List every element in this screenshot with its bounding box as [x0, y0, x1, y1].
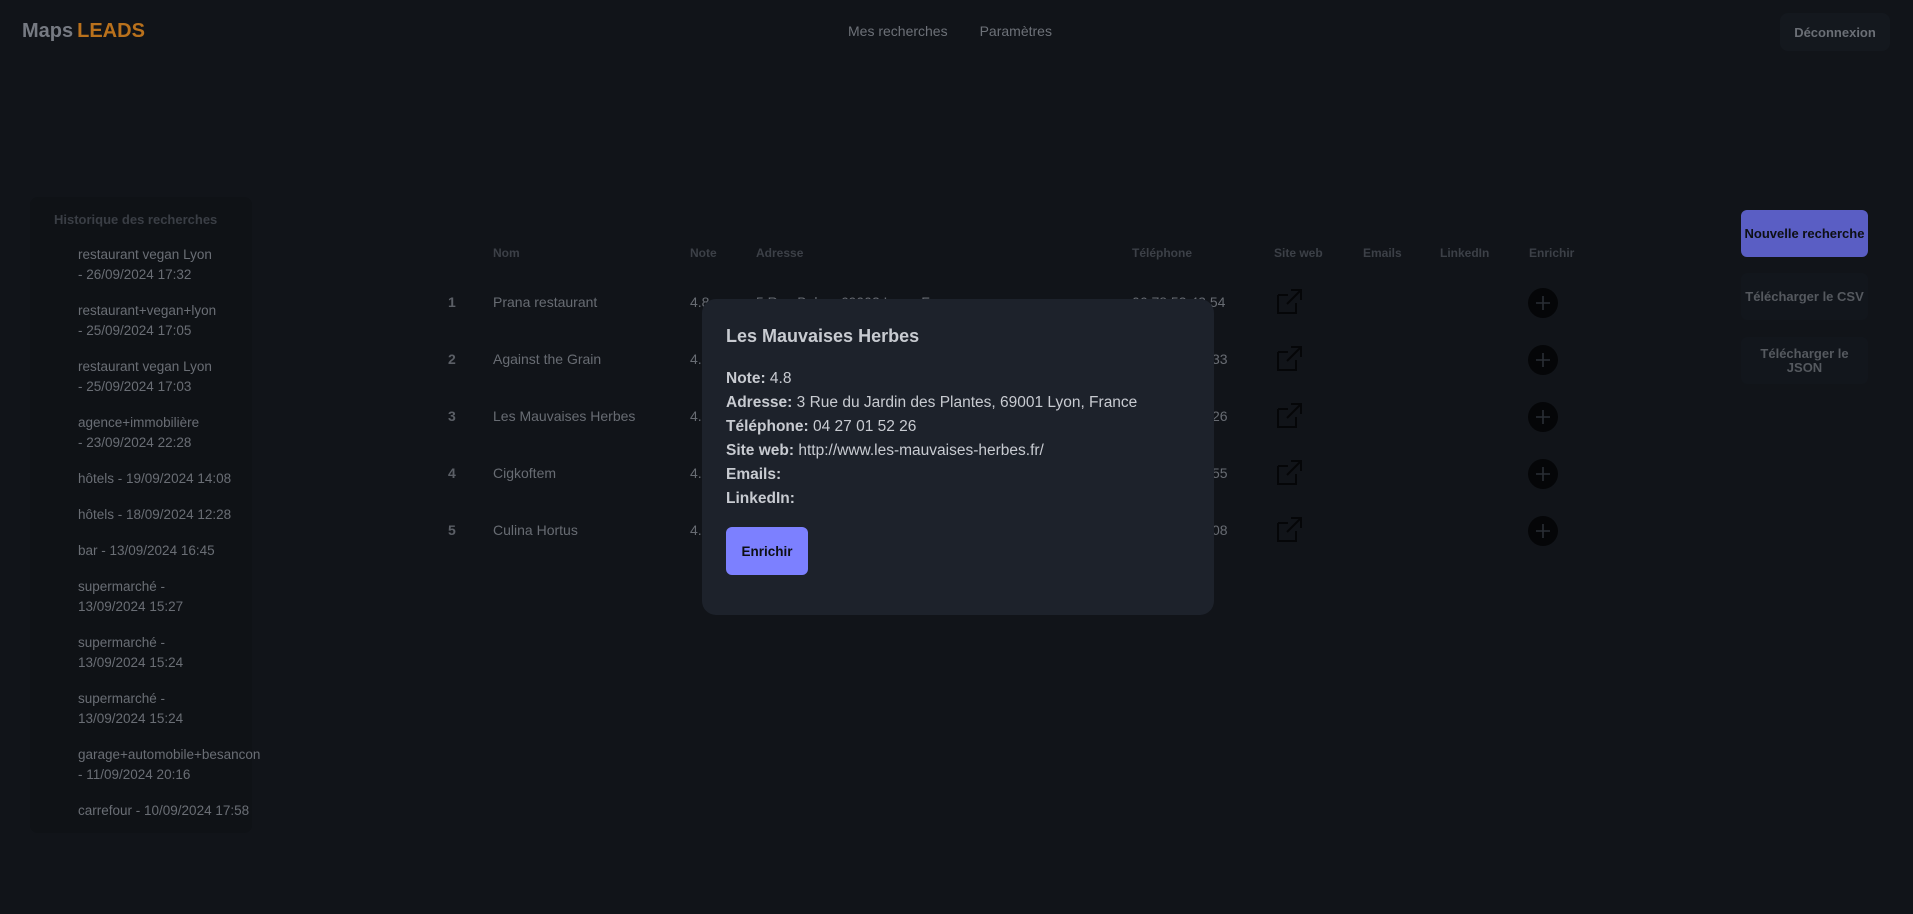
row-number: 4: [448, 465, 456, 481]
modal-details: Note: 4.8 Adresse: 3 Rue du Jardin des P…: [726, 367, 1137, 511]
row-name: Culina Hortus: [493, 522, 578, 538]
address-label: Adresse:: [726, 394, 793, 411]
col-header-website: Site web: [1274, 246, 1323, 260]
detail-website: Site web: http://www.les-mauvaises-herbe…: [726, 439, 1137, 463]
modal-title: Les Mauvaises Herbes: [726, 326, 920, 346]
row-number: 1: [448, 294, 456, 310]
plus-circle-icon[interactable]: [1528, 288, 1558, 318]
app-logo[interactable]: Maps LEADS: [22, 20, 145, 43]
row-name: Against the Grain: [493, 351, 602, 367]
page-scrollbar[interactable]: [1898, 0, 1913, 914]
detail-phone: Téléphone: 04 27 01 52 26: [726, 415, 1137, 439]
col-header-note: Note: [690, 246, 717, 260]
linkedin-label: LinkedIn:: [726, 490, 795, 507]
nav-my-searches[interactable]: Mes recherches: [848, 23, 948, 39]
history-item[interactable]: supermarché - 13/09/2024 15:24: [78, 689, 278, 729]
row-number: 2: [448, 351, 456, 367]
history-item[interactable]: supermarché - 13/09/2024 15:24: [78, 633, 278, 673]
col-header-linkedin: LinkedIn: [1440, 246, 1490, 260]
history-list: restaurant vegan Lyon - 26/09/2024 17:32…: [78, 245, 278, 837]
row-note: 4.: [690, 408, 702, 424]
enrich-button[interactable]: Enrichir: [726, 527, 808, 575]
website-value: http://www.les-mauvaises-herbes.fr/: [798, 442, 1044, 459]
details-modal: Les Mauvaises Herbes Note: 4.8 Adresse: …: [702, 299, 1214, 615]
col-header-emails: Emails: [1363, 246, 1402, 260]
row-number: 5: [448, 522, 456, 538]
row-name: Les Mauvaises Herbes: [493, 408, 636, 424]
history-item[interactable]: restaurant vegan Lyon - 26/09/2024 17:32: [78, 245, 278, 285]
plus-circle-icon[interactable]: [1528, 516, 1558, 546]
row-phone: 33: [1212, 351, 1228, 367]
external-link-icon[interactable]: [1274, 458, 1304, 488]
history-item[interactable]: agence+immobilière - 23/09/2024 22:28: [78, 413, 278, 453]
detail-emails: Emails:: [726, 463, 1137, 487]
history-item[interactable]: restaurant+vegan+lyon - 25/09/2024 17:05: [78, 301, 278, 341]
row-phone: 08: [1212, 522, 1228, 538]
note-value: 4.8: [769, 370, 792, 387]
row-number: 3: [448, 408, 456, 424]
plus-circle-icon[interactable]: [1528, 345, 1558, 375]
note-label: Note:: [726, 370, 766, 387]
history-item[interactable]: carrefour - 10/09/2024 17:58: [78, 801, 278, 821]
row-name: Prana restaurant: [493, 294, 598, 310]
address-value: 3 Rue du Jardin des Plantes, 69001 Lyon,…: [796, 394, 1138, 411]
plus-circle-icon[interactable]: [1528, 459, 1558, 489]
col-header-phone: Téléphone: [1132, 246, 1193, 260]
row-note: 4.: [690, 522, 702, 538]
history-item[interactable]: supermarché - 13/09/2024 15:27: [78, 577, 278, 617]
logo-leads-text: LEADS: [77, 20, 145, 42]
detail-linkedin: LinkedIn:: [726, 487, 1137, 511]
row-phone: 26: [1212, 408, 1228, 424]
col-header-name: Nom: [493, 246, 520, 260]
detail-address: Adresse: 3 Rue du Jardin des Plantes, 69…: [726, 391, 1137, 415]
main-nav: Mes recherches Paramètres: [848, 23, 1052, 39]
new-search-button[interactable]: Nouvelle recherche: [1741, 210, 1868, 257]
download-csv-button[interactable]: Télécharger le CSV: [1741, 273, 1868, 320]
history-item[interactable]: restaurant vegan Lyon - 25/09/2024 17:03: [78, 357, 278, 397]
external-link-icon[interactable]: [1274, 287, 1304, 317]
history-item[interactable]: hôtels - 19/09/2024 14:08: [78, 469, 278, 489]
top-header: Maps LEADS Mes recherches Paramètres Déco…: [0, 0, 1913, 64]
external-link-icon[interactable]: [1274, 344, 1304, 374]
history-item[interactable]: bar - 13/09/2024 16:45: [78, 541, 278, 561]
search-history-panel: Historique des recherches restaurant veg…: [30, 197, 260, 833]
history-item[interactable]: garage+automobile+besancon - 11/09/2024 …: [78, 745, 278, 785]
nav-settings[interactable]: Paramètres: [980, 23, 1052, 39]
col-header-address: Adresse: [756, 246, 804, 260]
history-title: Historique des recherches: [54, 212, 218, 227]
phone-value: 04 27 01 52 26: [812, 418, 917, 435]
row-note: 4.: [690, 351, 702, 367]
detail-note: Note: 4.8: [726, 367, 1137, 391]
website-label: Site web:: [726, 442, 795, 459]
external-link-icon[interactable]: [1274, 401, 1304, 431]
row-note: 4.: [690, 465, 702, 481]
row-name: Cigkoftem: [493, 465, 557, 481]
logout-button[interactable]: Déconnexion: [1780, 13, 1890, 51]
plus-circle-icon[interactable]: [1528, 402, 1558, 432]
download-json-button[interactable]: Télécharger le JSON: [1741, 337, 1868, 384]
row-phone: 55: [1212, 465, 1228, 481]
logo-maps-text: Maps: [22, 20, 74, 42]
history-item[interactable]: hôtels - 18/09/2024 12:28: [78, 505, 278, 525]
external-link-icon[interactable]: [1274, 515, 1304, 545]
col-header-enrich: Enrichir: [1529, 246, 1575, 260]
phone-label: Téléphone:: [726, 418, 809, 435]
emails-label: Emails:: [726, 466, 782, 483]
